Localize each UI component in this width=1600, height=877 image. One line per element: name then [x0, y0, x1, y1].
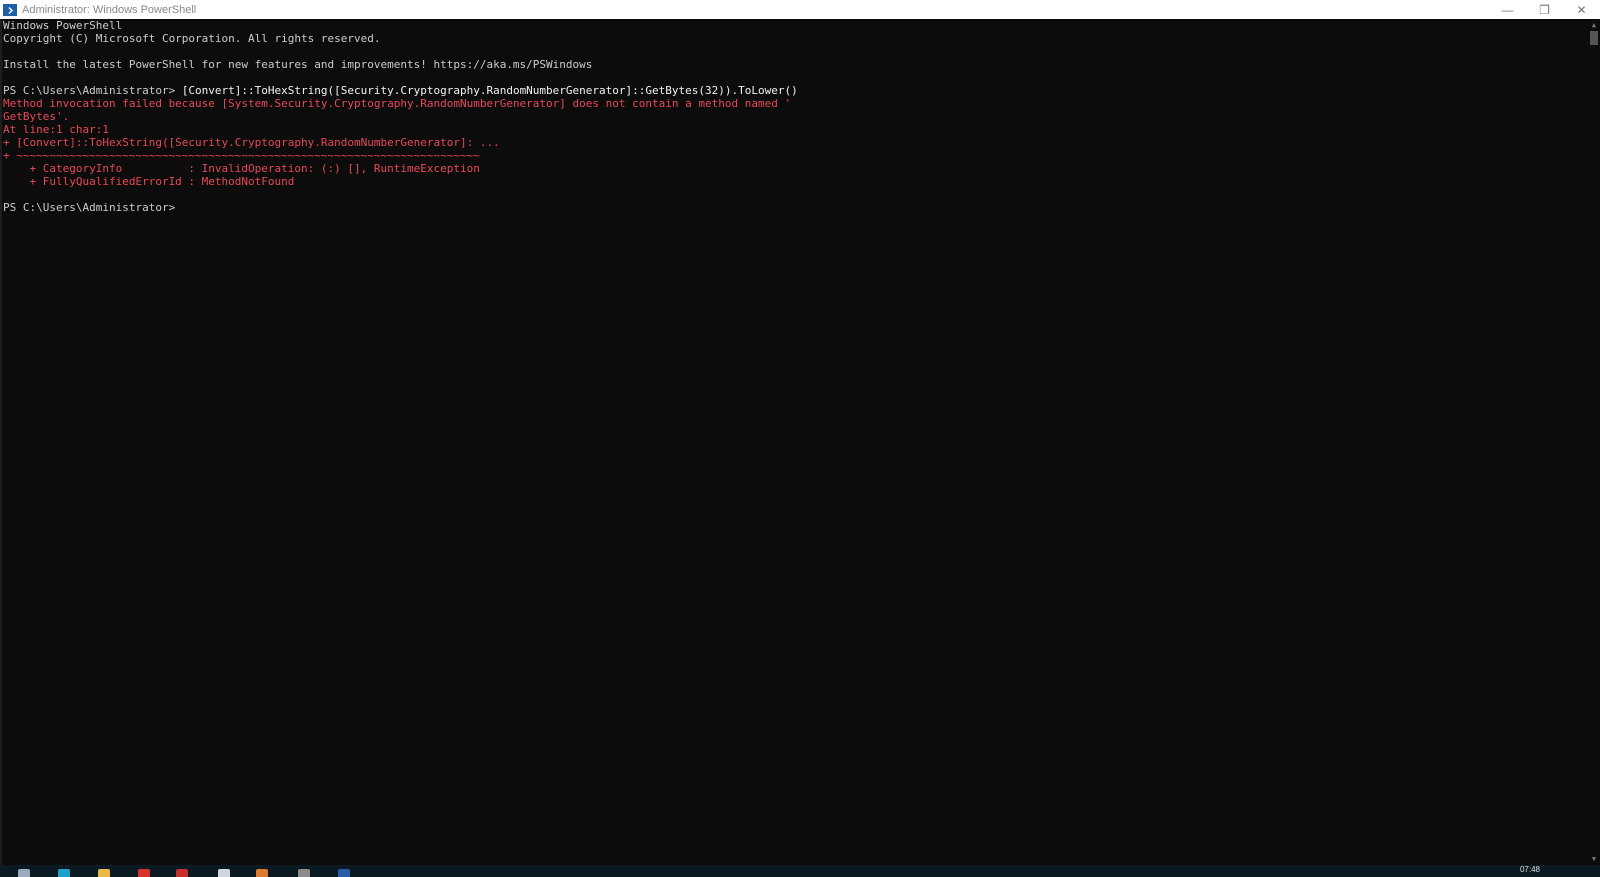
- prompt-line: PS C:\Users\Administrator>: [3, 201, 1588, 214]
- console-output[interactable]: Windows PowerShell Copyright (C) Microsof…: [0, 19, 1588, 865]
- close-button[interactable]: ✕: [1563, 0, 1600, 19]
- app-orange-icon[interactable]: [256, 869, 268, 877]
- output-line: Windows PowerShell: [3, 19, 123, 32]
- error-line: + [Convert]::ToHexString([Security.Crypt…: [3, 136, 500, 149]
- window-title: Administrator: Windows PowerShell: [22, 3, 197, 16]
- command-text: [Convert]::ToHexString([Security.Cryptog…: [181, 84, 798, 97]
- taskbar-clock[interactable]: 07:48: [1520, 865, 1540, 874]
- output-line: Copyright (C) Microsoft Corporation. All…: [3, 32, 381, 45]
- restore-button[interactable]: ❐: [1526, 0, 1563, 19]
- powershell-icon: [3, 3, 17, 16]
- app-gray-icon[interactable]: [298, 869, 310, 877]
- powershell-icon[interactable]: [338, 869, 350, 877]
- prompt-text: PS C:\Users\Administrator>: [3, 201, 182, 214]
- scroll-up-icon[interactable]: ▲: [1590, 21, 1598, 29]
- error-line: GetBytes'.: [3, 110, 70, 123]
- title-bar: Administrator: Windows PowerShell — ❐ ✕: [0, 0, 1600, 19]
- minimize-button[interactable]: —: [1489, 0, 1526, 19]
- error-line: + ~~~~~~~~~~~~~~~~~~~~~~~~~~~~~~~~~~~~~~…: [3, 149, 480, 162]
- prompt-line: PS C:\Users\Administrator> [Convert]::To…: [3, 84, 1588, 97]
- explorer-icon[interactable]: [98, 869, 110, 877]
- window-controls: — ❐ ✕: [1489, 0, 1600, 19]
- error-line: At line:1 char:1: [3, 123, 109, 136]
- app-red-icon[interactable]: [176, 869, 188, 877]
- error-line: + FullyQualifiedErrorId : MethodNotFound: [3, 175, 295, 188]
- vertical-scrollbar[interactable]: ▲ ▼: [1588, 19, 1600, 865]
- edge-icon[interactable]: [58, 869, 70, 877]
- taskbar: 07:48: [0, 865, 1600, 877]
- prompt-text: PS C:\Users\Administrator>: [3, 84, 182, 97]
- notepad-icon[interactable]: [218, 869, 230, 877]
- console-lines: Windows PowerShell Copyright (C) Microsof…: [3, 19, 1588, 214]
- output-line: Install the latest PowerShell for new fe…: [3, 58, 593, 71]
- error-line: + CategoryInfo : InvalidOperation: (:) […: [3, 162, 480, 175]
- chrome-icon[interactable]: [138, 869, 150, 877]
- error-line: Method invocation failed because [System…: [3, 97, 792, 110]
- scroll-thumb[interactable]: [1590, 31, 1598, 45]
- scroll-down-icon[interactable]: ▼: [1590, 855, 1598, 863]
- start-icon[interactable]: [18, 869, 30, 877]
